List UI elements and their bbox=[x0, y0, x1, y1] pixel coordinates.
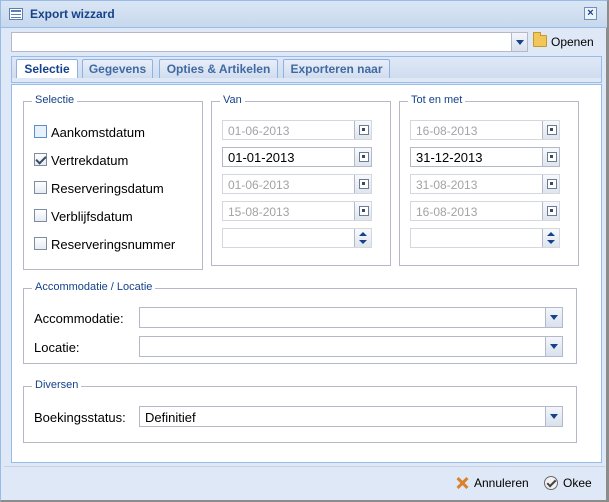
close-icon[interactable]: × bbox=[584, 7, 597, 20]
dialog-footer: Annuleren Okee bbox=[4, 466, 605, 499]
date-value: 16-08-2013 bbox=[416, 205, 478, 219]
date-value: 15-08-2013 bbox=[228, 205, 290, 219]
tot-reserveringsdatum-field[interactable]: 31-08-2013 bbox=[410, 174, 560, 194]
calendar-icon[interactable] bbox=[542, 148, 559, 166]
checkmark-icon bbox=[544, 476, 558, 490]
spinner-icon[interactable] bbox=[542, 229, 559, 247]
tot-vertrekdatum-field[interactable]: 31-12-2013 bbox=[410, 147, 560, 167]
tab-exporteren-naar[interactable]: Exporteren naar bbox=[283, 59, 390, 79]
export-wizard-window: Export wizzard × Openen Selectie Gegeven… bbox=[0, 0, 609, 502]
diversen-group: Diversen Boekingsstatus: Definitief bbox=[23, 379, 577, 443]
date-value: 01-06-2013 bbox=[228, 178, 290, 192]
van-vertrekdatum-field[interactable]: 01-01-2013 bbox=[222, 147, 372, 167]
calendar-icon[interactable] bbox=[542, 121, 559, 139]
accommodatie-label: Accommodatie: bbox=[34, 311, 124, 326]
folder-open-icon bbox=[533, 32, 547, 47]
van-verblijfsdatum-field[interactable]: 15-08-2013 bbox=[222, 201, 372, 221]
window-title: Export wizzard bbox=[30, 7, 115, 21]
tab-panel-selectie: Selectie Aankomstdatum Vertrekdatum Rese… bbox=[11, 84, 602, 463]
accommodatie-legend: Accommodatie / Locatie bbox=[32, 281, 156, 293]
selectie-legend: Selectie bbox=[32, 94, 78, 106]
chevron-down-icon[interactable] bbox=[545, 308, 562, 327]
cancel-button-label: Annuleren bbox=[474, 476, 529, 490]
boekingsstatus-select[interactable]: Definitief bbox=[139, 406, 563, 427]
date-value: 01-01-2013 bbox=[228, 150, 295, 165]
calendar-icon[interactable] bbox=[354, 175, 371, 193]
checkbox-box[interactable] bbox=[34, 125, 47, 138]
cancel-icon bbox=[455, 476, 469, 490]
selectie-group: Selectie Aankomstdatum Vertrekdatum Rese… bbox=[23, 94, 203, 270]
diversen-legend: Diversen bbox=[32, 379, 82, 391]
van-reserveringsdatum-field[interactable]: 01-06-2013 bbox=[222, 174, 372, 194]
spinner-icon[interactable] bbox=[354, 229, 371, 247]
tab-strip: Selectie Gegevens Opties & Artikelen Exp… bbox=[11, 56, 602, 81]
locatie-select[interactable] bbox=[139, 336, 563, 357]
checkbox-box[interactable] bbox=[34, 237, 47, 250]
chevron-down-icon[interactable] bbox=[511, 33, 527, 51]
ok-button-label: Okee bbox=[563, 476, 592, 490]
van-group: Van 01-06-2013 01-01-2013 01-06-2013 15-… bbox=[211, 94, 391, 266]
van-reserveringsnummer-field[interactable] bbox=[222, 228, 372, 248]
checkbox-box[interactable] bbox=[34, 181, 47, 194]
checkbox-box[interactable] bbox=[34, 153, 47, 166]
calendar-icon[interactable] bbox=[542, 175, 559, 193]
boekingsstatus-value: Definitief bbox=[145, 410, 196, 425]
wizard-body: Openen Selectie Gegevens Opties & Artike… bbox=[4, 29, 605, 465]
tab-gegevens[interactable]: Gegevens bbox=[82, 59, 153, 79]
tot-reserveringsnummer-field[interactable] bbox=[410, 228, 560, 248]
accommodatie-locatie-group: Accommodatie / Locatie Accommodatie: Loc… bbox=[23, 281, 577, 364]
van-legend: Van bbox=[220, 94, 245, 106]
van-aankomstdatum-field[interactable]: 01-06-2013 bbox=[222, 120, 372, 140]
tab-strip-underline bbox=[11, 78, 602, 83]
calendar-icon[interactable] bbox=[542, 202, 559, 220]
checkbox-label: Verblijfsdatum bbox=[51, 209, 133, 224]
date-value: 31-08-2013 bbox=[416, 178, 478, 192]
boekingsstatus-label: Boekingsstatus: bbox=[34, 410, 126, 425]
checkbox-label: Vertrekdatum bbox=[51, 153, 129, 168]
date-value: 31-12-2013 bbox=[416, 150, 483, 165]
window-icon bbox=[9, 8, 23, 20]
open-button-label: Openen bbox=[551, 35, 594, 49]
cancel-button[interactable]: Annuleren bbox=[455, 475, 530, 493]
tot-aankomstdatum-field[interactable]: 16-08-2013 bbox=[410, 120, 560, 140]
chevron-down-icon[interactable] bbox=[545, 337, 562, 356]
tot-en-met-group: Tot en met 16-08-2013 31-12-2013 31-08-2… bbox=[399, 94, 579, 266]
locatie-label: Locatie: bbox=[34, 340, 80, 355]
tot-verblijfsdatum-field[interactable]: 16-08-2013 bbox=[410, 201, 560, 221]
checkbox-box[interactable] bbox=[34, 209, 47, 222]
accommodatie-select[interactable] bbox=[139, 307, 563, 328]
chevron-down-icon[interactable] bbox=[545, 407, 562, 426]
open-button[interactable]: Openen bbox=[531, 32, 595, 52]
title-bar[interactable]: Export wizzard × bbox=[1, 1, 607, 28]
tab-opties-artikelen[interactable]: Opties & Artikelen bbox=[159, 59, 278, 79]
calendar-icon[interactable] bbox=[354, 148, 371, 166]
tot-en-met-legend: Tot en met bbox=[408, 94, 466, 106]
date-value: 01-06-2013 bbox=[228, 124, 290, 138]
ok-button[interactable]: Okee bbox=[544, 475, 594, 493]
calendar-icon[interactable] bbox=[354, 202, 371, 220]
file-combo[interactable] bbox=[11, 32, 528, 52]
calendar-icon[interactable] bbox=[354, 121, 371, 139]
checkbox-label: Reserveringsnummer bbox=[51, 237, 176, 252]
checkbox-label: Aankomstdatum bbox=[51, 125, 145, 140]
checkbox-label: Reserveringsdatum bbox=[51, 181, 164, 196]
date-value: 16-08-2013 bbox=[416, 124, 478, 138]
